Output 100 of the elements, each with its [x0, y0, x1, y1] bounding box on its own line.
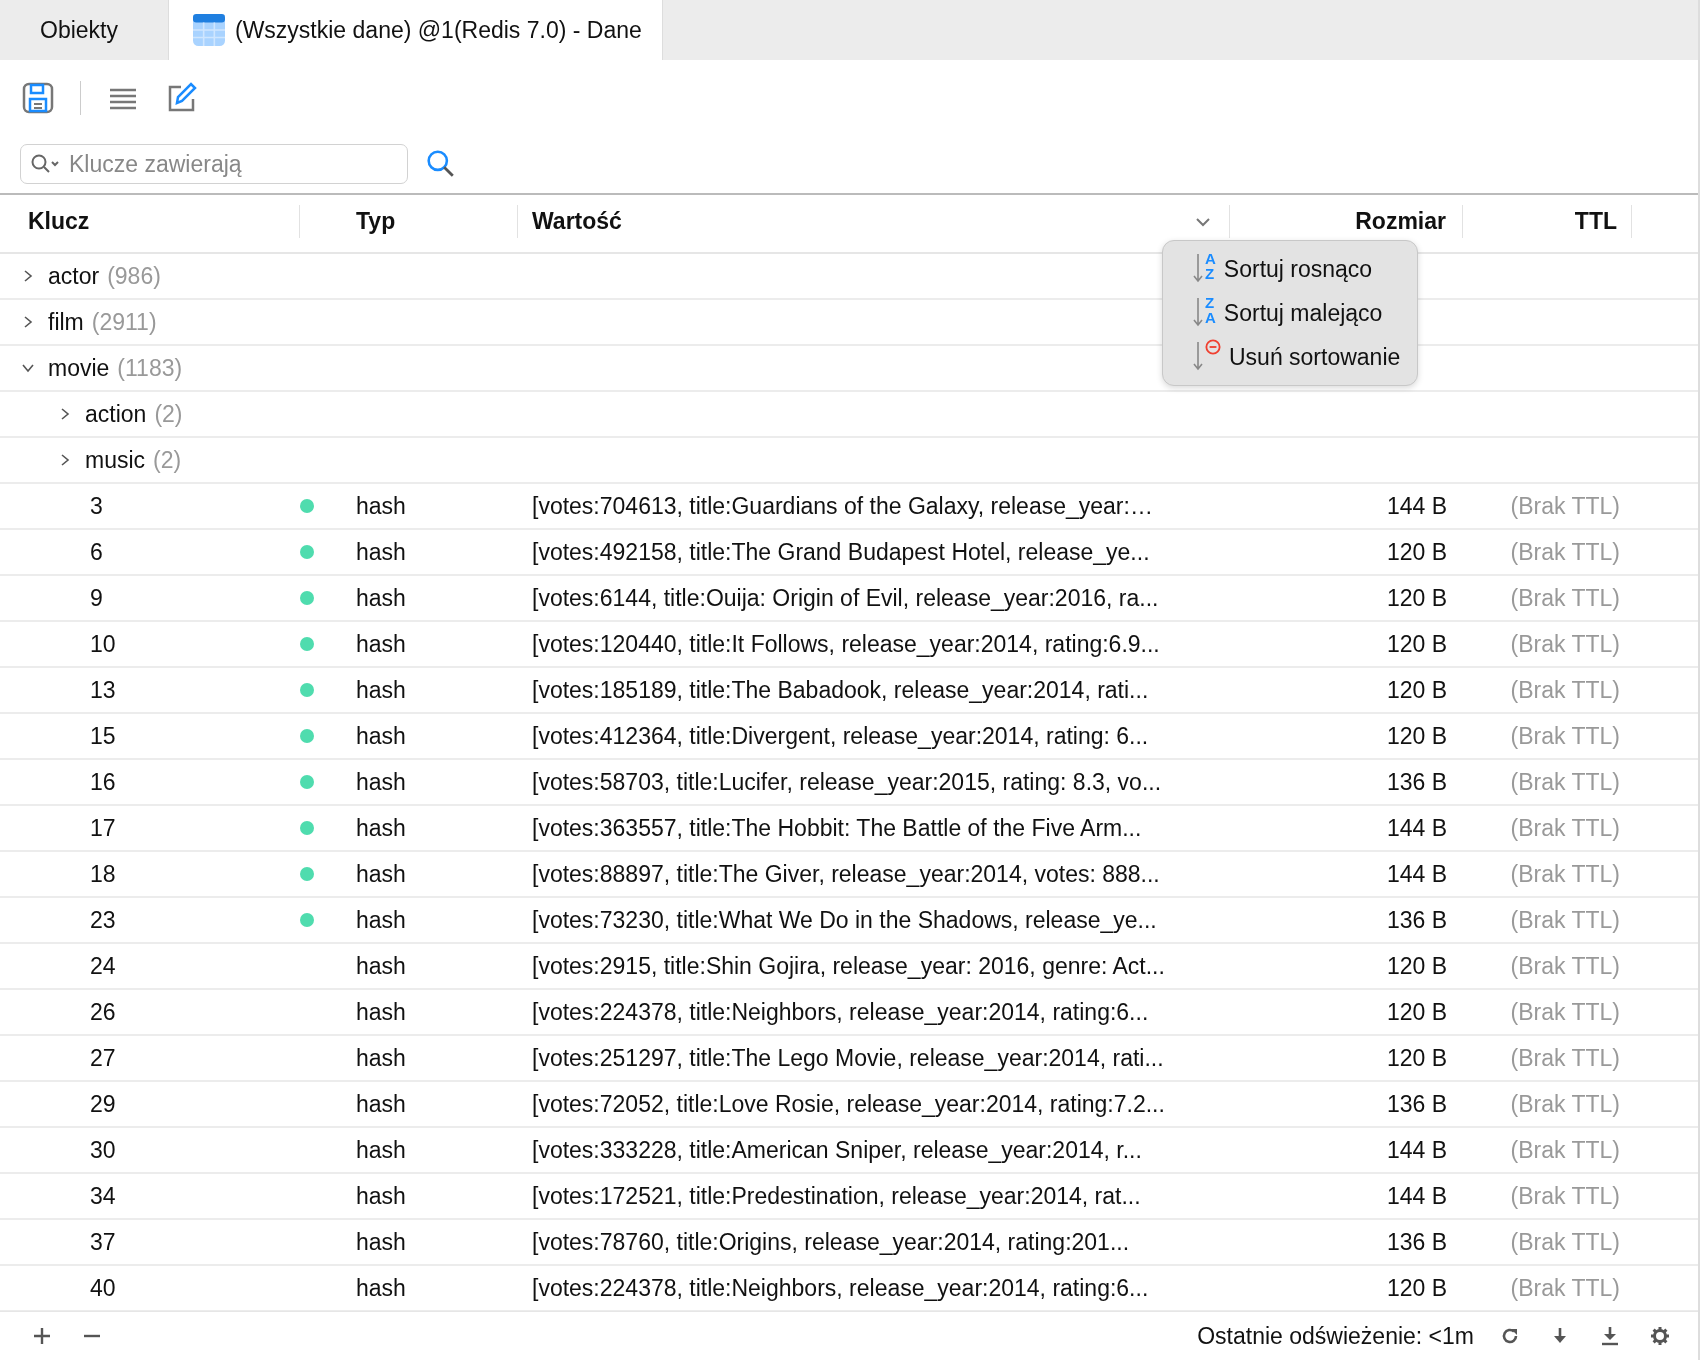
- table-cell-text: 15: [89, 721, 117, 751]
- table-cell-text: [votes:58703, title:Lucifer, release_year:2015, rating: 8.3, vo...: [531, 767, 1163, 797]
- search-icon[interactable]: [426, 149, 456, 179]
- table-cell-text: hash: [355, 721, 407, 751]
- table-cell-text: 136 B: [1385, 1227, 1448, 1257]
- table-cell-text: 120 B: [1385, 951, 1448, 981]
- table-cell-text: 120 B: [1385, 583, 1448, 613]
- table-cell-text: [votes:172521, title:Predestination, release_year:2014, rat...: [531, 1181, 1142, 1211]
- table-cell-text: 30: [89, 1135, 117, 1165]
- table-cell-text: hash: [355, 1181, 407, 1211]
- table-cell-text: [votes:412364, title:Divergent, release_year:2014, rating: 6...: [531, 721, 1150, 751]
- table-cell-text: hash: [355, 583, 407, 613]
- table-cell-text: hash: [355, 1089, 407, 1119]
- table-cell-text: (Brak TTL): [1509, 721, 1621, 751]
- table-cell-text: (Brak TTL): [1509, 905, 1621, 935]
- table-cell-text: [votes:120440, title:It Follows, release_year:2014, rating:6.9...: [531, 629, 1161, 659]
- column-header[interactable]: Klucz: [28, 208, 90, 235]
- table-cell-text: [votes:2915, title:Shin Gojira, release_year: 2016, genre: Act...: [531, 951, 1166, 981]
- save-icon[interactable]: [22, 81, 54, 114]
- folder-name: movie: [48, 354, 110, 382]
- folder-name: music: [85, 446, 146, 474]
- column-header[interactable]: Wartość: [532, 208, 622, 235]
- table-cell-text: hash: [355, 675, 407, 705]
- table-cell-text: 136 B: [1385, 905, 1448, 935]
- table-cell-text: (Brak TTL): [1509, 675, 1621, 705]
- tab[interactable]: (Wszystkie dane) @1(Redis 7.0) - Dane: [169, 0, 663, 60]
- table-cell-text: (Brak TTL): [1509, 1043, 1621, 1073]
- table-cell-text: 27: [89, 1043, 117, 1073]
- table-cell-text: 16: [89, 767, 117, 797]
- key-count: (1183): [117, 354, 183, 382]
- table-cell-text: 40: [89, 1273, 117, 1303]
- table-cell-text: hash: [355, 1043, 407, 1073]
- table-cell-text: (Brak TTL): [1509, 1227, 1621, 1257]
- table-cell-text: 120 B: [1385, 997, 1448, 1027]
- key-count: (986): [107, 262, 161, 290]
- table-cell-text: hash: [355, 537, 407, 567]
- key-count: (2): [154, 400, 183, 428]
- table-cell-text: 3: [89, 491, 104, 521]
- table-cell-text: [votes:6144, title:Ouija: Origin of Evil, release_year:2016, ra...: [531, 583, 1160, 613]
- column-header[interactable]: Rozmiar: [1355, 208, 1446, 235]
- table-cell-text: [votes:704613, title:Guardians of the Galaxy, release_year:…: [531, 491, 1154, 521]
- table-cell-text: 17: [89, 813, 117, 843]
- table-cell-text: hash: [355, 997, 407, 1027]
- tree-row[interactable]: music (2): [0, 438, 1698, 484]
- table-cell-text: [votes:78760, title:Origins, release_year:2014, rating:201...: [531, 1227, 1131, 1257]
- table-cell-text: [votes:73230, title:What We Do in the Shadows, release_ye...: [531, 905, 1158, 935]
- table-cell-text: 10: [89, 629, 117, 659]
- table-cell-text: [votes:185189, title:The Babadook, release_year:2014, rati...: [531, 675, 1150, 705]
- table-icon: [193, 14, 225, 46]
- table-cell-text: 24: [89, 951, 117, 981]
- table-cell-text: 6: [89, 537, 104, 567]
- table-cell-text: (Brak TTL): [1509, 997, 1621, 1027]
- table-cell-text: 120 B: [1385, 537, 1448, 567]
- table-cell-text: [votes:224378, title:Neighbors, release_year:2014, rating:6...: [531, 1273, 1150, 1303]
- table-cell-text: (Brak TTL): [1509, 1135, 1621, 1165]
- search-field[interactable]: Klucze zawierają: [20, 144, 408, 184]
- column-header[interactable]: Typ: [356, 208, 396, 235]
- table-cell-text: (Brak TTL): [1509, 1273, 1621, 1303]
- table-cell-text: hash: [355, 1135, 407, 1165]
- table-cell-text: [votes:251297, title:The Lego Movie, release_year:2014, rati...: [531, 1043, 1165, 1073]
- table-cell-text: (Brak TTL): [1509, 813, 1621, 843]
- folder-name: film: [48, 308, 84, 336]
- add-icon[interactable]: [32, 1326, 52, 1346]
- table-cell-text: 34: [89, 1181, 117, 1211]
- table-cell-text: [votes:88897, title:The Giver, release_year:2014, votes: 888...: [531, 859, 1161, 889]
- table-cell-text: 37: [89, 1227, 117, 1257]
- tree-row[interactable]: action (2): [0, 392, 1698, 438]
- table-cell-text: (Brak TTL): [1509, 1181, 1621, 1211]
- table-cell-text: 144 B: [1385, 813, 1448, 843]
- table-cell-text: hash: [355, 951, 407, 981]
- column-header[interactable]: TTL: [1574, 208, 1617, 235]
- table-cell-text: hash: [355, 629, 407, 659]
- sort-chevron-icon: [1195, 216, 1211, 227]
- table-cell-text: 144 B: [1385, 1181, 1448, 1211]
- table-cell-text: 23: [89, 905, 117, 935]
- table-cell-text: (Brak TTL): [1509, 537, 1621, 567]
- table-cell-text: (Brak TTL): [1509, 1089, 1621, 1119]
- key-count: (2911): [91, 308, 157, 336]
- table-cell-text: hash: [355, 859, 407, 889]
- table-cell-text: (Brak TTL): [1509, 951, 1621, 981]
- table-cell-text: 18: [89, 859, 117, 889]
- table-cell-text: (Brak TTL): [1509, 583, 1621, 613]
- table-cell-text: [votes:492158, title:The Grand Budapest Hotel, release_ye...: [531, 537, 1151, 567]
- table-cell-text: 9: [89, 583, 104, 613]
- refresh-icon[interactable]: [1500, 1326, 1520, 1346]
- table-cell-text: [votes:333228, title:American Sniper, release_year:2014, r...: [531, 1135, 1143, 1165]
- settings-icon[interactable]: [1650, 1326, 1670, 1346]
- table-cell-text: 29: [89, 1089, 117, 1119]
- last-refresh-text: Ostatnie odświeżenie: <1m: [1197, 1322, 1474, 1350]
- table-cell-text: 144 B: [1385, 1135, 1448, 1165]
- table-cell-text: 120 B: [1385, 721, 1448, 751]
- key-count: (2): [153, 446, 182, 474]
- table-cell-text: (Brak TTL): [1509, 491, 1621, 521]
- table-cell-text: 120 B: [1385, 1273, 1448, 1303]
- folder-name: actor: [48, 262, 100, 290]
- table-cell-text: 120 B: [1385, 675, 1448, 705]
- table-cell-text: 120 B: [1385, 1043, 1448, 1073]
- table-cell-text: 13: [89, 675, 117, 705]
- download-icon[interactable]: [1600, 1326, 1620, 1346]
- table-cell-text: [votes:363557, title:The Hobbit: The Battle of the Five Arm...: [531, 813, 1143, 843]
